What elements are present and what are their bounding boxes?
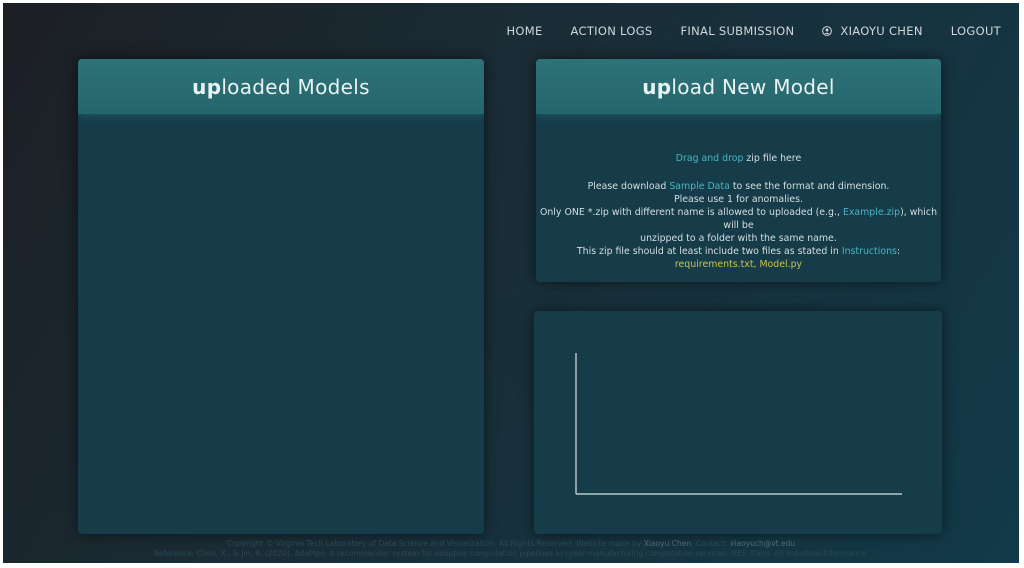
line5-pre: This zip file should at least include tw… [576,246,842,257]
uploaded-models-header: up loaded Models [78,59,484,114]
drag-and-drop-rest: zip file here [743,153,802,164]
uploaded-models-title-bold: up [192,74,222,99]
drag-and-drop-link[interactable]: Drag and drop [676,153,744,164]
nav-user-name: XIAOYU CHEN [840,24,923,38]
line5-post: : [896,246,901,257]
nav-home[interactable]: HOME [506,24,542,38]
footer-copyright: Copyright © Virginia Tech Laboratory of … [3,539,1019,549]
empty-chart [575,353,902,495]
dropzone-prompt: Drag and drop zip file here [536,152,941,165]
nav-logout[interactable]: LOGOUT [951,24,1001,38]
line1-pre: Please download [587,181,670,192]
top-nav: HOME ACTION LOGS FINAL SUBMISSION XIAOYU… [506,24,1001,38]
dropzone[interactable]: Drag and drop zip file here Please downl… [536,114,941,271]
app-window: HOME ACTION LOGS FINAL SUBMISSION XIAOYU… [3,3,1019,563]
uploaded-models-panel: up loaded Models [78,59,484,534]
footer-author: Xiaoyu Chen [643,539,692,548]
instruction-line-5: This zip file should at least include tw… [536,245,941,258]
footer-contact-label: . Contact: [691,539,730,548]
nav-final-submission[interactable]: FINAL SUBMISSION [681,24,795,38]
footer-copyright-text: Copyright © Virginia Tech Laboratory of … [226,539,644,548]
required-files: requirements.txt, Model.py [674,259,803,270]
footer-email-link[interactable]: xiaoyuch@vt.edu [730,539,795,548]
instructions-link[interactable]: Instructions [842,246,897,257]
uploaded-models-title-rest: loaded Models [221,74,370,99]
upload-title-rest: load New Model [671,74,835,99]
instruction-line-1: Please download Sample Data to see the f… [536,180,941,193]
footer-reference: Reference: Chen, X., & Jin, R. (2020). A… [154,549,868,558]
instruction-line-2: Please use 1 for anomalies. [674,194,803,205]
instruction-line-3: Only ONE *.zip with different name is al… [536,206,941,232]
example-zip-link[interactable]: Example.zip [843,207,900,218]
page-root: HOME ACTION LOGS FINAL SUBMISSION XIAOYU… [0,0,1024,568]
footer: Copyright © Virginia Tech Laboratory of … [3,539,1019,559]
nav-action-logs[interactable]: ACTION LOGS [571,24,653,38]
chart-panel [534,311,942,534]
upload-new-model-panel[interactable]: up load New Model Drag and drop zip file … [536,59,941,282]
user-circle-icon [822,26,833,36]
line3-pre: Only ONE *.zip with different name is al… [539,207,843,218]
sample-data-link[interactable]: Sample Data [669,181,730,192]
line1-post: to see the format and dimension. [729,181,890,192]
instruction-line-4: unzipped to a folder with the same name. [640,233,837,244]
upload-new-model-header: up load New Model [536,59,941,114]
nav-user[interactable]: XIAOYU CHEN [822,24,922,38]
upload-title-bold: up [642,74,672,99]
